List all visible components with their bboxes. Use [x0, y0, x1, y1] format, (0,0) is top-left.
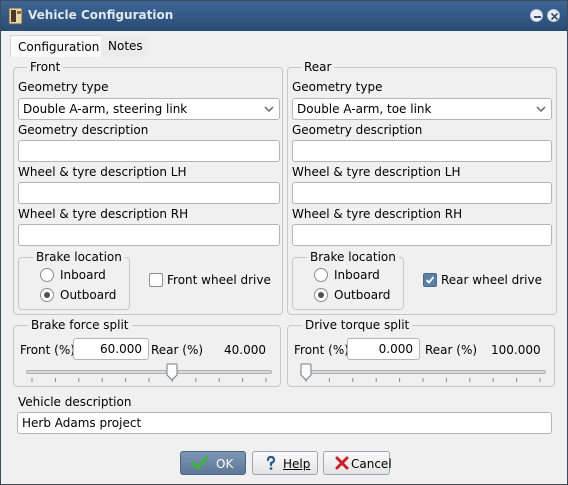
tab-notes-label: Notes	[108, 39, 143, 53]
button-bar: OK Help Cancel	[1, 445, 567, 484]
brake-split-slider-track[interactable]	[26, 370, 272, 374]
rear-wheel-drive-label: Rear wheel drive	[441, 273, 542, 287]
front-brake-outboard-label: Outboard	[60, 288, 117, 302]
brake-force-split-group: Brake force split Front (%) 60.000 Rear …	[13, 318, 281, 387]
front-group: Front Geometry type Double A-arm, steeri…	[13, 60, 283, 315]
vehicle-description-input[interactable]: Herb Adams project	[17, 412, 552, 434]
front-wheel-drive-label: Front wheel drive	[167, 273, 271, 287]
rear-geometry-description-label: Geometry description	[292, 123, 423, 137]
torque-rear-value: 100.000	[491, 343, 541, 357]
rear-brake-location-group: Brake location Inboard Outboard	[292, 250, 404, 310]
rear-brake-outboard-radio[interactable]	[314, 288, 328, 302]
rear-wheel-rh-input[interactable]	[292, 224, 552, 246]
app-icon	[8, 7, 24, 25]
torque-front-input[interactable]: 0.000	[347, 338, 420, 360]
cancel-button-label: Cancel	[351, 457, 392, 471]
brake-force-split-legend: Brake force split	[28, 318, 132, 332]
torque-split-slider-thumb[interactable]	[300, 363, 312, 381]
rear-wheel-lh-input[interactable]	[292, 182, 552, 204]
front-geometry-type-value: Double A-arm, steering link	[23, 102, 188, 116]
tab-configuration-label: Configuration	[18, 40, 100, 54]
close-icon	[550, 12, 559, 21]
configuration-panel: Front Geometry type Double A-arm, steeri…	[10, 57, 558, 441]
front-brake-inboard-label: Inboard	[60, 268, 106, 282]
drive-torque-split-legend: Drive torque split	[302, 318, 413, 332]
close-button[interactable]	[547, 9, 560, 22]
close-icon	[335, 456, 349, 470]
brake-split-slider-ticks	[31, 378, 267, 382]
minimize-icon	[534, 16, 541, 18]
front-brake-outboard-radio[interactable]	[40, 288, 54, 302]
torque-split-slider-ticks	[305, 378, 541, 382]
torque-rear-label: Rear (%)	[425, 343, 478, 357]
help-button[interactable]: Help	[252, 451, 318, 475]
chevron-down-icon	[264, 106, 274, 113]
rear-geometry-type-select[interactable]: Double A-arm, toe link	[292, 98, 552, 120]
help-icon	[266, 455, 276, 470]
vehicle-description-label: Vehicle description	[18, 395, 132, 409]
cancel-button[interactable]: Cancel	[323, 451, 392, 475]
rear-geometry-description-input[interactable]	[292, 140, 552, 162]
brake-rear-value: 40.000	[224, 343, 266, 357]
rear-brake-inboard-label: Inboard	[334, 268, 380, 282]
rear-wheel-lh-label: Wheel & tyre description LH	[292, 165, 461, 179]
brake-rear-label: Rear (%)	[151, 343, 204, 357]
title-bar: Vehicle Configuration	[1, 1, 567, 31]
checkmark-icon	[191, 455, 209, 471]
front-geometry-description-input[interactable]	[18, 140, 280, 162]
rear-geometry-type-label: Geometry type	[292, 80, 383, 94]
brake-front-input[interactable]: 60.000	[73, 338, 149, 360]
torque-front-label: Front (%)	[294, 343, 349, 357]
rear-brake-inboard-radio[interactable]	[314, 268, 328, 282]
rear-wheel-drive-checkbox[interactable]	[423, 273, 437, 287]
front-wheel-drive-checkbox[interactable]	[149, 273, 163, 287]
vehicle-configuration-dialog: Vehicle Configuration Configuration Note…	[0, 0, 568, 485]
front-geometry-type-label: Geometry type	[18, 80, 109, 94]
front-legend: Front	[27, 60, 64, 74]
rear-group: Rear Geometry type Double A-arm, toe lin…	[287, 60, 557, 315]
ok-button[interactable]: OK	[180, 451, 246, 475]
tab-configuration[interactable]: Configuration	[10, 35, 102, 57]
front-wheel-rh-label: Wheel & tyre description RH	[18, 207, 189, 221]
drive-torque-split-group: Drive torque split Front (%) 0.000 Rear …	[287, 318, 555, 387]
front-wheel-lh-input[interactable]	[18, 182, 280, 204]
front-brake-inboard-radio[interactable]	[40, 268, 54, 282]
tab-notes[interactable]: Notes	[101, 35, 148, 57]
rear-wheel-rh-label: Wheel & tyre description RH	[292, 207, 463, 221]
front-wheel-rh-input[interactable]	[18, 224, 280, 246]
help-button-label: Help	[283, 457, 311, 471]
window-title: Vehicle Configuration	[28, 8, 174, 22]
torque-split-slider-track[interactable]	[300, 370, 546, 374]
chevron-down-icon	[536, 106, 546, 113]
rear-brake-outboard-label: Outboard	[334, 288, 391, 302]
front-wheel-lh-label: Wheel & tyre description LH	[18, 165, 187, 179]
front-brake-location-legend: Brake location	[33, 250, 125, 264]
rear-legend: Rear	[301, 60, 335, 74]
rear-brake-location-legend: Brake location	[307, 250, 399, 264]
ok-button-label: OK	[216, 457, 234, 471]
checkmark-icon	[425, 276, 435, 284]
brake-front-label: Front (%)	[20, 343, 75, 357]
minimize-button[interactable]	[530, 9, 543, 22]
brake-split-slider-thumb[interactable]	[166, 363, 178, 381]
rear-geometry-type-value: Double A-arm, toe link	[297, 102, 432, 116]
front-geometry-type-select[interactable]: Double A-arm, steering link	[18, 98, 280, 120]
front-geometry-description-label: Geometry description	[18, 123, 149, 137]
front-brake-location-group: Brake location Inboard Outboard	[18, 250, 130, 310]
